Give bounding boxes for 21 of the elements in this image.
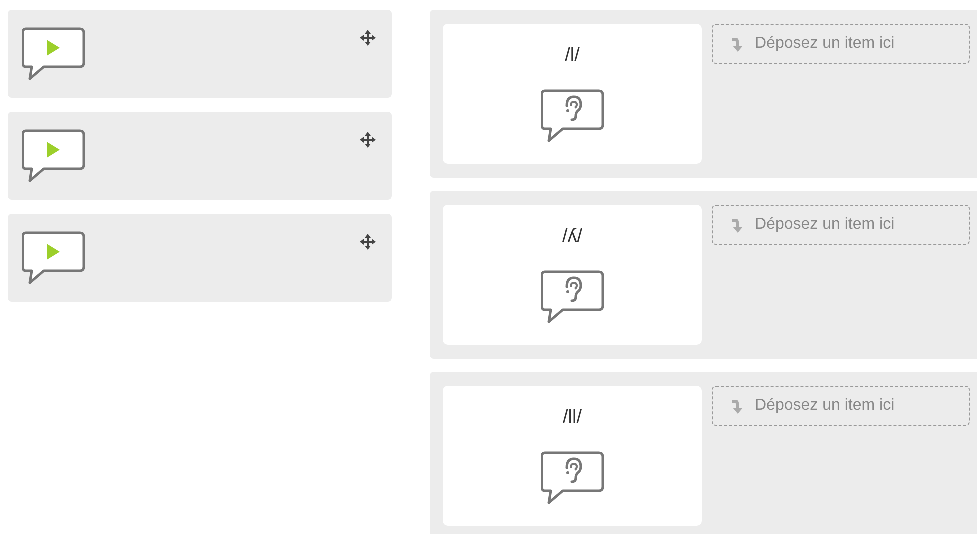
drop-zone[interactable]: Déposez un item ici (712, 386, 970, 426)
ear-bubble-icon[interactable] (541, 451, 604, 505)
drop-hint: Déposez un item ici (755, 215, 895, 235)
phoneme-label: /l/ (565, 46, 580, 65)
curved-arrow-icon (731, 36, 745, 52)
move-icon[interactable] (360, 30, 376, 46)
move-icon[interactable] (360, 132, 376, 148)
move-icon[interactable] (360, 234, 376, 250)
drop-zone[interactable]: Déposez un item ici (712, 205, 970, 245)
drop-hint: Déposez un item ici (755, 396, 895, 416)
curved-arrow-icon (731, 398, 745, 414)
ear-bubble-icon[interactable] (541, 89, 604, 143)
play-bubble-icon[interactable] (22, 129, 85, 183)
ear-bubble-icon[interactable] (541, 270, 604, 324)
phoneme-label: /ll/ (563, 408, 582, 427)
curved-arrow-icon (731, 217, 745, 233)
drop-hint: Déposez un item ici (755, 34, 895, 54)
drop-zone[interactable]: Déposez un item ici (712, 24, 970, 64)
play-bubble-icon[interactable] (22, 27, 85, 81)
phoneme-label: /ʎ/ (562, 227, 583, 246)
play-bubble-icon[interactable] (22, 231, 85, 285)
